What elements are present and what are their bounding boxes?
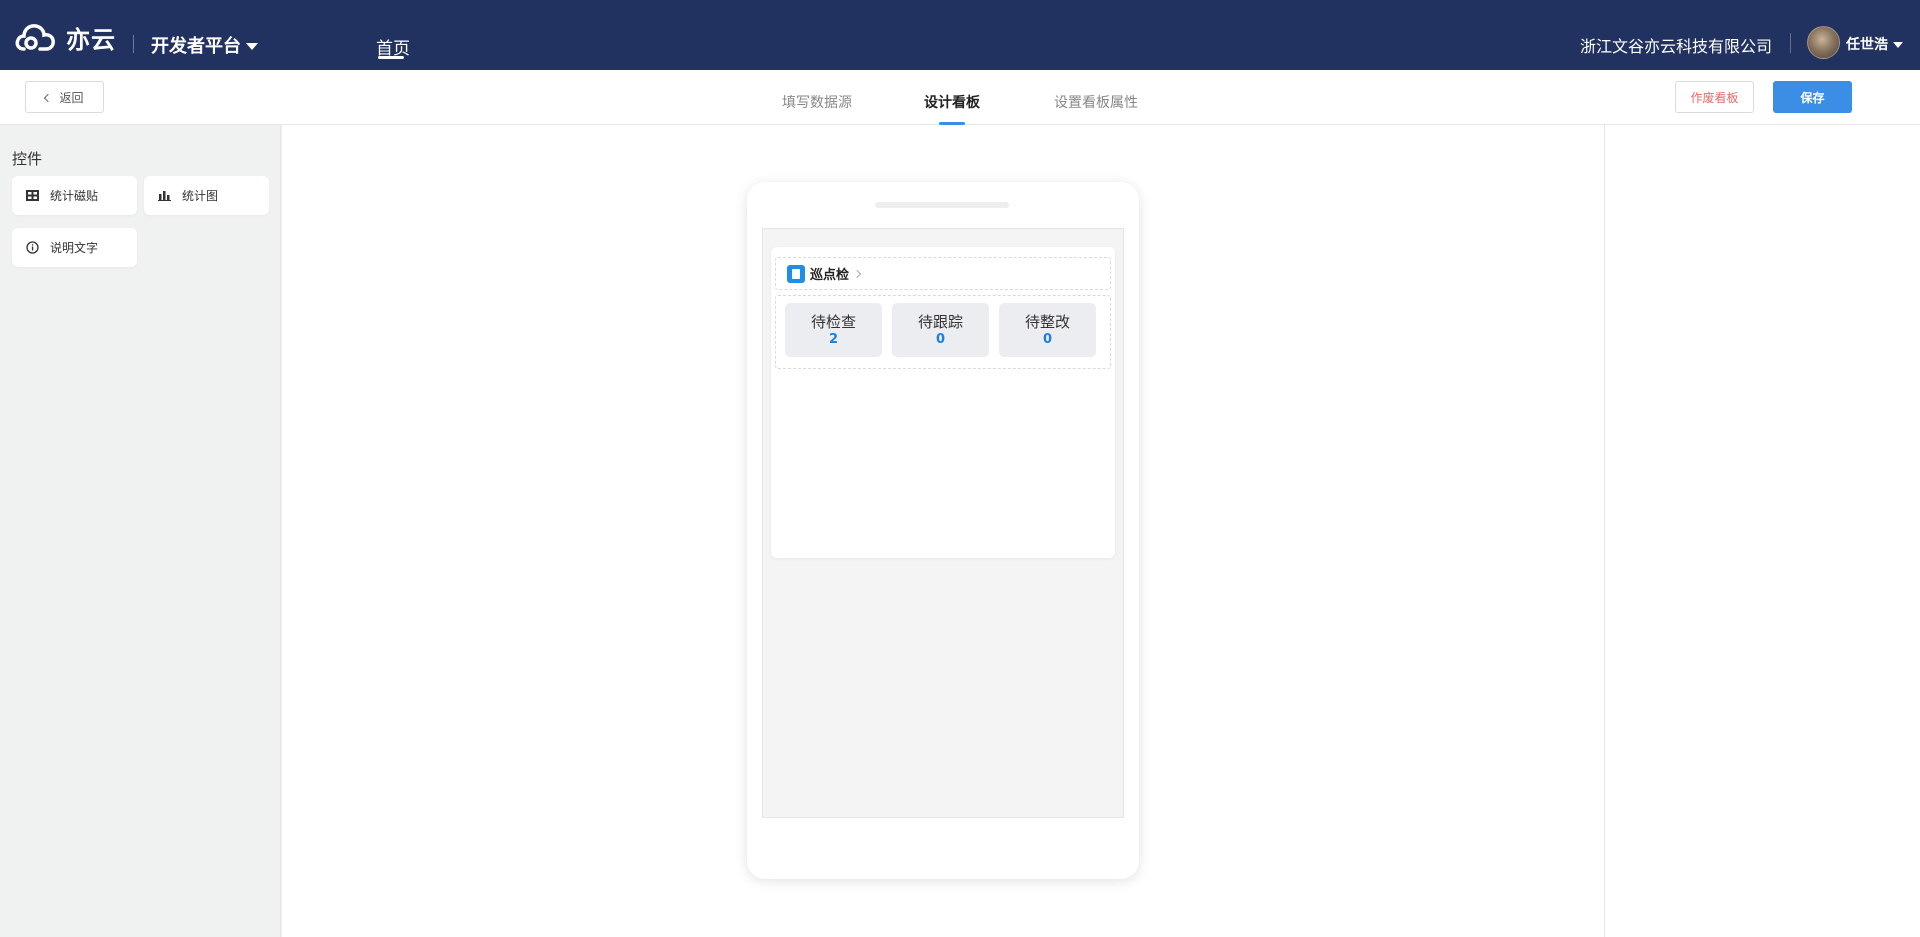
tab-design-board[interactable]: 设计看板	[924, 92, 980, 112]
stat-tile[interactable]: 待整改 0	[999, 303, 1096, 357]
control-stat-chart-label: 统计图	[182, 189, 219, 203]
stat-tiles-container[interactable]: 待检查 2 待跟踪 0 待整改 0	[775, 295, 1111, 369]
phone-screen: 巡点检 待检查 2 待跟踪 0 待整改 0	[762, 228, 1124, 818]
back-label: 返回	[59, 90, 84, 105]
card-header[interactable]: 巡点检	[775, 257, 1111, 290]
platform-dropdown[interactable]: 开发者平台	[151, 32, 258, 58]
void-board-button[interactable]: 作废看板	[1675, 81, 1754, 113]
user-menu[interactable]: 任世浩	[1846, 34, 1903, 54]
stat-tile-label: 待跟踪	[917, 313, 963, 331]
info-icon	[25, 241, 39, 255]
stat-tile-value: 2	[828, 332, 839, 347]
nav-home-underline	[378, 56, 404, 59]
document-icon	[787, 264, 805, 283]
stat-tile-label: 待整改	[1024, 313, 1070, 331]
control-stat-tile-label: 统计磁贴	[50, 189, 99, 203]
stat-tile-value: 0	[935, 332, 946, 347]
caret-down-icon	[1893, 42, 1903, 48]
company-name[interactable]: 浙江文谷亦云科技有限公司	[1580, 33, 1772, 57]
user-divider	[1790, 33, 1791, 53]
tab-data-source[interactable]: 填写数据源	[782, 92, 852, 112]
tab-board-properties[interactable]: 设置看板属性	[1054, 92, 1138, 112]
stat-tile-label: 待检查	[810, 313, 856, 331]
properties-panel	[1604, 125, 1920, 937]
top-navbar: 亦云 开发者平台 首页 浙江文谷亦云科技有限公司 任世浩	[0, 0, 1920, 70]
editor-toolbar: 返回 填写数据源 设计看板 设置看板属性 作废看板 保存	[0, 70, 1920, 125]
board-card[interactable]: 巡点检 待检查 2 待跟踪 0 待整改 0	[771, 247, 1115, 558]
caret-down-icon	[246, 42, 258, 50]
username-label: 任世浩	[1846, 37, 1888, 53]
stat-tile-value: 0	[1042, 332, 1053, 347]
card-title: 巡点检	[810, 268, 850, 283]
save-button[interactable]: 保存	[1773, 81, 1852, 113]
platform-label: 开发者平台	[151, 36, 241, 57]
control-stat-chart[interactable]: 统计图	[144, 176, 269, 215]
phone-speaker	[875, 202, 1009, 208]
controls-title: 控件	[12, 150, 43, 168]
brand-logo[interactable]: 亦云	[14, 20, 116, 54]
brand-name: 亦云	[66, 25, 116, 54]
back-button[interactable]: 返回	[25, 81, 104, 113]
control-description-text[interactable]: 说明文字	[12, 228, 137, 267]
control-stat-tile[interactable]: 统计磁贴	[12, 176, 137, 215]
logo-divider	[133, 35, 134, 53]
avatar[interactable]	[1807, 26, 1840, 59]
stat-tile[interactable]: 待检查 2	[785, 303, 882, 357]
chevron-right-icon	[852, 269, 862, 278]
cloud-logo-icon	[15, 24, 55, 51]
tiles-icon	[25, 189, 39, 203]
bar-chart-icon	[157, 189, 171, 203]
control-description-text-label: 说明文字	[50, 241, 99, 255]
chevron-left-icon	[44, 93, 53, 102]
stat-tile[interactable]: 待跟踪 0	[892, 303, 989, 357]
phone-preview: 巡点检 待检查 2 待跟踪 0 待整改 0	[747, 182, 1139, 879]
controls-panel: 控件 统计磁贴 统计图 说明文字	[0, 125, 281, 937]
